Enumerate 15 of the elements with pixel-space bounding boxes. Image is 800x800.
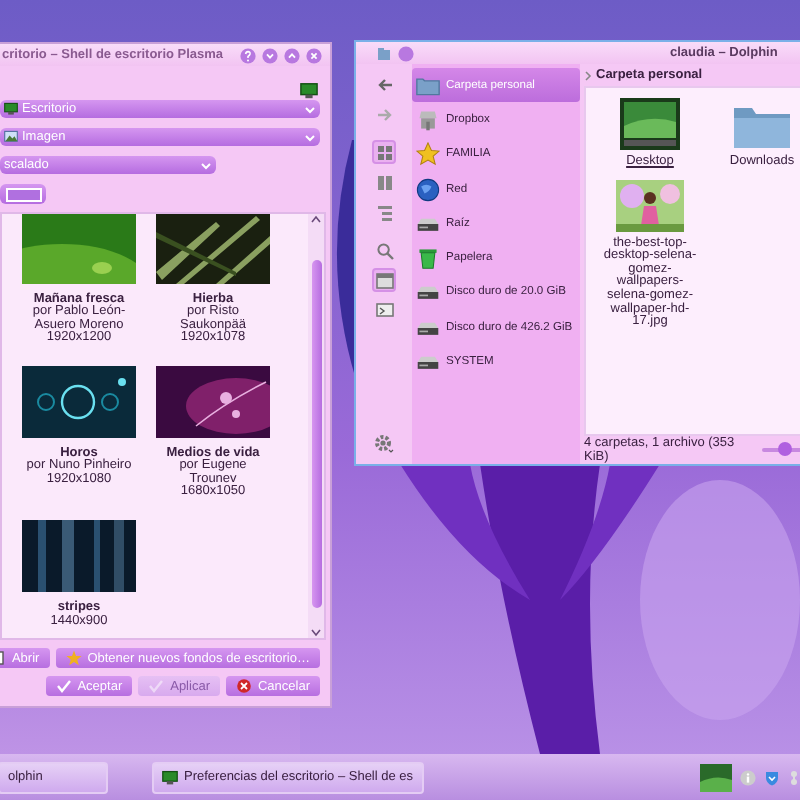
check-icon [55, 678, 72, 694]
monitor-icon [162, 769, 178, 785]
minimize-button[interactable] [262, 47, 278, 63]
shield-icon[interactable] [764, 769, 780, 785]
image-icon [4, 130, 18, 144]
cancel-icon [235, 678, 252, 694]
chevron-down-icon [200, 159, 212, 171]
monitor-icon [4, 102, 18, 116]
check-icon [148, 678, 165, 694]
color-button[interactable] [0, 184, 46, 204]
info-icon[interactable] [740, 769, 756, 785]
network-icon[interactable] [788, 769, 800, 785]
help-button[interactable] [240, 47, 256, 63]
star-icon [65, 650, 82, 666]
maximize-button[interactable] [284, 47, 300, 63]
